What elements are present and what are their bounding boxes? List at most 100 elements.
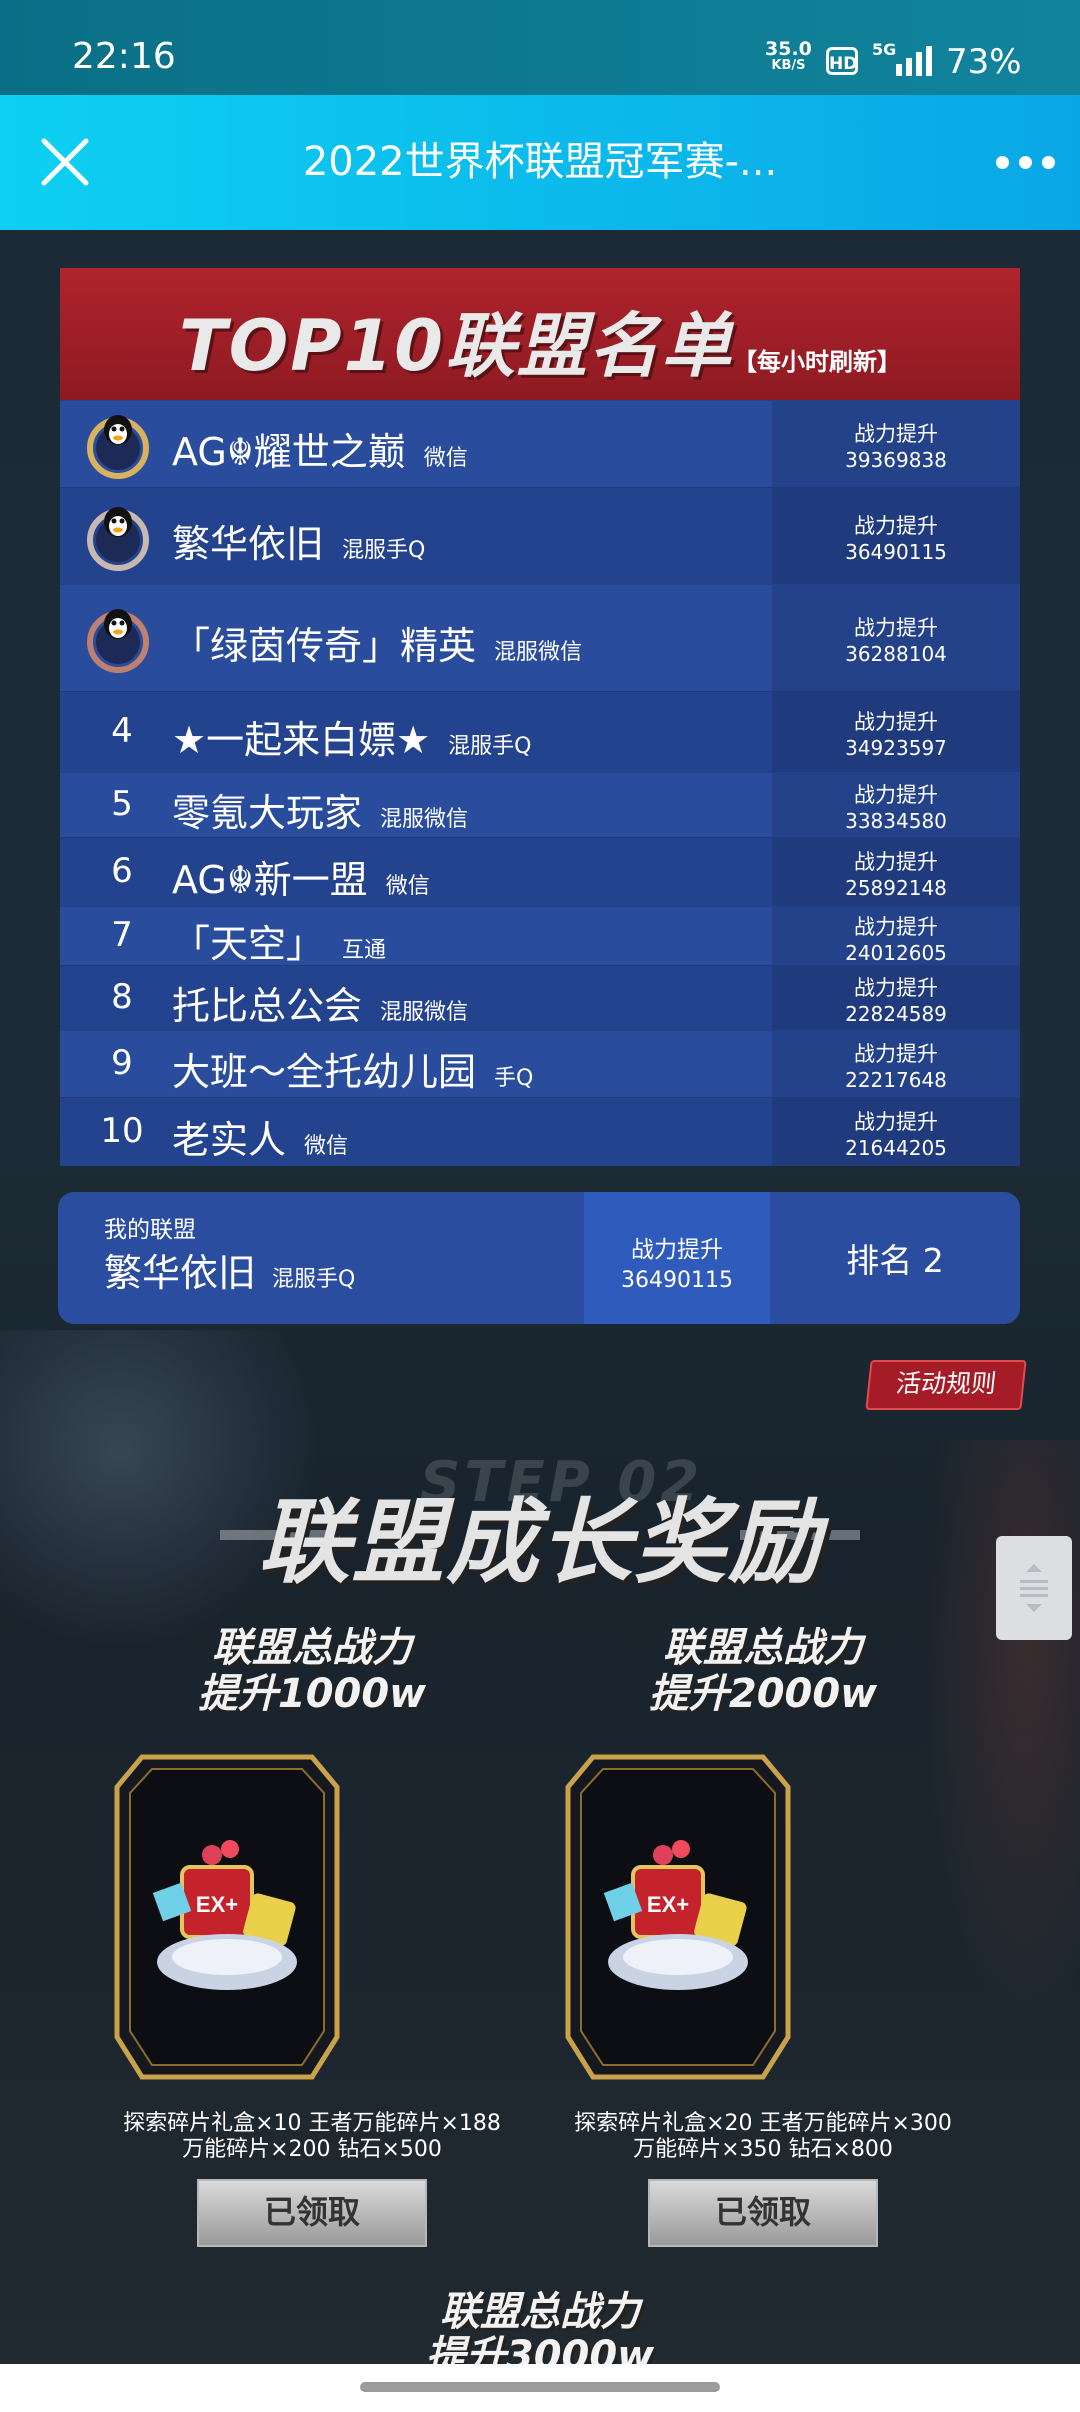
power-label: 战力提升 — [854, 783, 938, 807]
leaderboard-header: TOP10联盟名单【每小时刷新】 — [60, 268, 1020, 400]
power-label: 战力提升 — [854, 710, 938, 734]
alliance-power: 战力提升 34923597 — [772, 692, 1020, 772]
medal-icon — [87, 609, 149, 673]
signal-icon — [896, 46, 932, 76]
network-speed-value: 35.0 — [765, 38, 812, 60]
my-alliance-server: 混服手Q — [272, 1267, 356, 1292]
leaderboard: TOP10联盟名单【每小时刷新】 AG☬耀世之巅 微信 战力提升 39369838… — [60, 268, 1020, 1166]
alliance-name: ★一起来白嫖★ 混服手Q — [172, 709, 531, 764]
alliance-name: 「绿茵传奇」精英 混服微信 — [172, 615, 582, 670]
reward-title: 联盟总战力 提升2000w — [563, 1625, 963, 1717]
alliance-name: AG☬耀世之巅 微信 — [172, 421, 468, 476]
leaderboard-rows: AG☬耀世之巅 微信 战力提升 39369838 繁华依旧 混服手Q 战力提升 36… — [60, 400, 1020, 1166]
reward-items-line2: 万能碎片×200 钻石×500 — [182, 2137, 442, 2162]
rank-number: 4 — [111, 711, 133, 751]
leaderboard-title: TOP10联盟名单【每小时刷新】 — [60, 290, 1020, 391]
my-alliance-power: 战力提升 36490115 — [584, 1192, 770, 1324]
alliance-power: 战力提升 22824589 — [772, 966, 1020, 1030]
reward-tier: 联盟总战力 提升2000w EX+ 探索碎片礼盒×20 王者万能碎片×300 万… — [563, 1625, 963, 2247]
power-value: 25892148 — [845, 876, 947, 900]
rank-number: 6 — [111, 851, 133, 891]
power-value: 24012605 — [845, 941, 947, 965]
rank-number: 9 — [111, 1043, 133, 1083]
power-value: 39369838 — [845, 448, 947, 472]
alliance-server: 混服手Q — [342, 538, 426, 563]
medal-icon — [87, 507, 149, 571]
reward-title-line1: 联盟总战力 — [212, 1625, 412, 1671]
side-scroll-handle[interactable] — [996, 1536, 1072, 1640]
rank-number: 7 — [111, 915, 133, 955]
alliance-name: 大班～全托幼儿园 手Q — [172, 1041, 533, 1096]
close-icon[interactable] — [38, 135, 92, 189]
power-label: 战力提升 — [854, 850, 938, 874]
rank-number: 8 — [111, 977, 133, 1017]
power-value: 34923597 — [845, 736, 947, 760]
reward-title-line2: 提升2000w — [648, 1671, 878, 1717]
alliance-server: 微信 — [423, 446, 468, 471]
hd-icon: HD — [826, 47, 858, 75]
reward-title-line2: 提升1000w — [197, 1671, 427, 1717]
power-value: 33834580 — [845, 809, 947, 833]
alliance-power: 战力提升 36288104 — [772, 585, 1020, 691]
leaderboard-row: 9 大班～全托幼儿园 手Q 战力提升 22217648 — [60, 1030, 1020, 1097]
alliance-server: 手Q — [494, 1066, 534, 1091]
alliance-power: 战力提升 36490115 — [772, 488, 1020, 584]
alliance-name-text: 「绿茵传奇」精英 — [172, 624, 477, 668]
alliance-server: 混服微信 — [380, 807, 469, 832]
reward-title-line1: 联盟总战力 — [663, 1625, 863, 1671]
reward-card-image: EX+ — [565, 1754, 791, 2080]
svg-text:EX+: EX+ — [196, 1892, 238, 1917]
alliance-server: 微信 — [304, 1134, 349, 1159]
reward-items-line1: 探索碎片礼盒×20 王者万能碎片×300 — [574, 2111, 952, 2136]
alliance-server: 微信 — [385, 874, 430, 899]
alliance-name-text: AG☬新一盟 — [172, 858, 368, 902]
alliance-server: 互通 — [342, 938, 387, 963]
leaderboard-row: 繁华依旧 混服手Q 战力提升 36490115 — [60, 487, 1020, 584]
growth-reward-title: 联盟成长奖励 — [257, 1489, 822, 1596]
claimed-button[interactable]: 已领取 — [197, 2179, 427, 2247]
leaderboard-row: 7 「天空」 互通 战力提升 24012605 — [60, 906, 1020, 968]
alliance-name: 「天空」 互通 — [172, 913, 386, 968]
alliance-server: 混服微信 — [380, 1000, 469, 1025]
alliance-name: AG☬新一盟 微信 — [172, 849, 430, 904]
alliance-name: 托比总公会 混服微信 — [172, 975, 468, 1030]
rank-number: 10 — [100, 1111, 144, 1151]
home-indicator[interactable] — [360, 2382, 720, 2392]
alliance-name-text: 大班～全托幼儿园 — [172, 1050, 477, 1094]
reward-items-line2: 万能碎片×350 钻石×800 — [633, 2137, 893, 2162]
battery-level: 73% — [946, 42, 1022, 82]
rank-number: 5 — [111, 784, 133, 824]
alliance-name: 繁华依旧 混服手Q — [172, 513, 425, 568]
alliance-power: 战力提升 24012605 — [772, 907, 1020, 965]
claimed-button[interactable]: 已领取 — [648, 2179, 878, 2247]
reward-items-line1: 探索碎片礼盒×10 王者万能碎片×188 — [123, 2111, 501, 2136]
svg-text:EX+: EX+ — [647, 1892, 689, 1917]
leaderboard-row: 8 托比总公会 混服微信 战力提升 22824589 — [60, 965, 1020, 1030]
activity-rules-button[interactable]: 活动规则 — [865, 1360, 1027, 1410]
power-label: 战力提升 — [854, 514, 938, 538]
power-label: 战力提升 — [854, 616, 938, 640]
leaderboard-row: 5 零氪大玩家 混服微信 战力提升 33834580 — [60, 772, 1020, 837]
medal-icon — [87, 415, 149, 479]
my-power-label: 战力提升 — [631, 1237, 723, 1263]
power-label: 战力提升 — [854, 1042, 938, 1066]
more-options-icon[interactable] — [996, 150, 1056, 174]
alliance-name-text: ★一起来白嫖★ — [172, 718, 431, 762]
leaderboard-row: 4 ★一起来白嫖★ 混服手Q 战力提升 34923597 — [60, 691, 1020, 772]
alliance-name-text: 「天空」 — [172, 922, 325, 966]
status-time: 22:16 — [72, 36, 176, 77]
alliance-power: 战力提升 33834580 — [772, 773, 1020, 837]
network-speed: 35.0 KB/S — [765, 40, 812, 73]
alliance-power: 战力提升 39369838 — [772, 401, 1020, 487]
leaderboard-row: 6 AG☬新一盟 微信 战力提升 25892148 — [60, 837, 1020, 906]
status-bar: 22:16 35.0 KB/S HD 5G 73% — [0, 0, 1080, 95]
power-label: 战力提升 — [854, 976, 938, 1000]
my-alliance-rank: 排名 2 — [770, 1192, 1020, 1324]
my-rank-text: 排名 2 — [846, 1241, 944, 1280]
alliance-power: 战力提升 21644205 — [772, 1098, 1020, 1166]
reward-items: 探索碎片礼盒×10 王者万能碎片×188 万能碎片×200 钻石×500 — [112, 2111, 512, 2163]
leaderboard-title-text: TOP10联盟名单 — [179, 305, 733, 387]
my-power-value: 36490115 — [621, 1268, 733, 1293]
alliance-name-text: 老实人 — [172, 1118, 287, 1162]
power-label: 战力提升 — [854, 422, 938, 446]
